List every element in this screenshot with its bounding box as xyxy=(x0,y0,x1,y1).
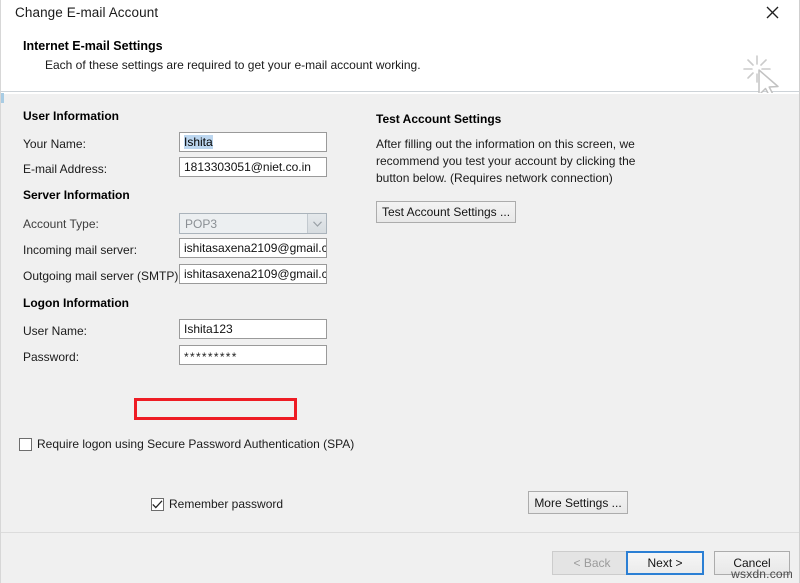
incoming-mail-server-input[interactable]: ishitasaxena2109@gmail.com xyxy=(179,238,327,258)
password-value: ********* xyxy=(184,350,238,364)
user-information-group-title: User Information xyxy=(23,109,119,123)
remember-password-label: Remember password xyxy=(169,497,283,511)
sparkle-cursor-icon xyxy=(739,51,787,99)
remember-password-checkbox[interactable]: Remember password xyxy=(151,497,283,511)
dialog-header: Internet E-mail Settings Each of these s… xyxy=(1,26,799,92)
close-icon xyxy=(766,6,779,19)
window-title: Change E-mail Account xyxy=(15,5,158,20)
more-settings-button[interactable]: More Settings ... xyxy=(528,491,628,514)
test-account-title: Test Account Settings xyxy=(376,112,501,126)
email-address-input[interactable]: 1813303051@niet.co.in xyxy=(179,157,327,177)
dialog-footer: < Back Next > Cancel xyxy=(1,532,799,583)
spa-label: Require logon using Secure Password Auth… xyxy=(37,437,354,451)
account-type-value: POP3 xyxy=(180,217,307,231)
email-address-value: 1813303051@niet.co.in xyxy=(184,160,311,174)
your-name-label: Your Name: xyxy=(23,137,86,151)
account-type-label: Account Type: xyxy=(23,217,99,231)
your-name-value: Ishita xyxy=(184,135,213,149)
header-title: Internet E-mail Settings xyxy=(23,39,163,53)
change-email-account-dialog: Change E-mail Account Internet E-mail Se… xyxy=(0,0,800,583)
incoming-mail-server-label: Incoming mail server: xyxy=(23,243,137,257)
next-button[interactable]: Next > xyxy=(626,551,704,575)
test-account-settings-button[interactable]: Test Account Settings ... xyxy=(376,201,516,223)
outgoing-mail-server-label: Outgoing mail server (SMTP): xyxy=(23,269,182,283)
email-address-label: E-mail Address: xyxy=(23,162,107,176)
user-name-input[interactable]: Ishita123 xyxy=(179,319,327,339)
watermark: wsxdn.com xyxy=(731,567,793,581)
checkbox-unchecked-icon xyxy=(19,438,32,451)
incoming-mail-server-value: ishitasaxena2109@gmail.com xyxy=(184,241,327,255)
password-label: Password: xyxy=(23,350,79,364)
your-name-input[interactable]: Ishita xyxy=(179,132,327,152)
title-bar: Change E-mail Account xyxy=(1,0,799,26)
user-name-value: Ishita123 xyxy=(184,322,233,336)
chevron-down-icon xyxy=(307,214,326,233)
password-input[interactable]: ********* xyxy=(179,345,327,365)
back-button[interactable]: < Back xyxy=(552,551,632,575)
outgoing-mail-server-input[interactable]: ishitasaxena2109@gmail.com xyxy=(179,264,327,284)
settings-content: User Information Your Name: Ishita E-mai… xyxy=(1,93,799,532)
server-information-group-title: Server Information xyxy=(23,188,130,202)
logon-information-group-title: Logon Information xyxy=(23,296,129,310)
user-name-label: User Name: xyxy=(23,324,87,338)
outgoing-mail-server-value: ishitasaxena2109@gmail.com xyxy=(184,267,327,281)
test-account-description: After filling out the information on thi… xyxy=(376,136,668,187)
account-type-select[interactable]: POP3 xyxy=(179,213,327,234)
header-subtitle: Each of these settings are required to g… xyxy=(45,58,421,72)
spa-checkbox[interactable]: Require logon using Secure Password Auth… xyxy=(19,437,354,451)
checkbox-checked-icon xyxy=(151,498,164,511)
close-button[interactable] xyxy=(753,0,791,24)
